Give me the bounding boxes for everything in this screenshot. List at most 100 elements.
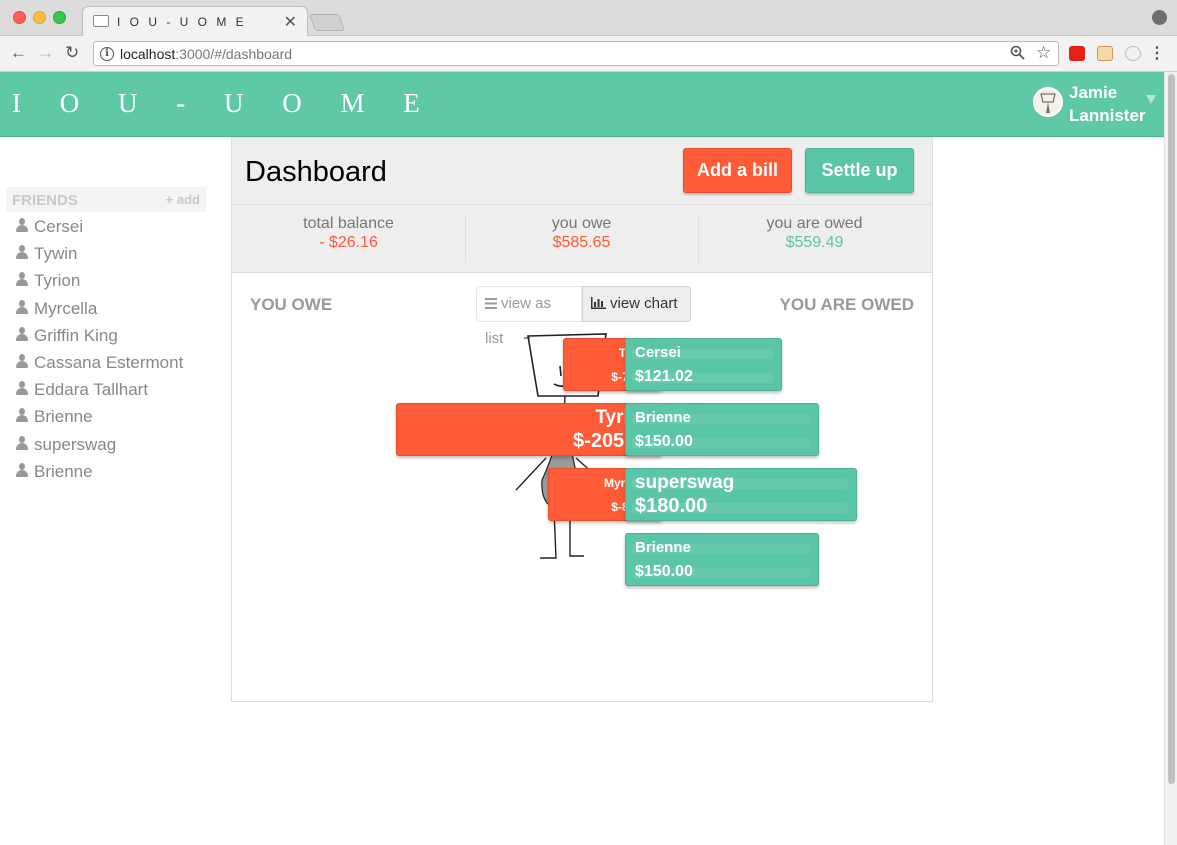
app-navbar: I O U - U O M E Jamie Lannister [0, 72, 1164, 137]
zoom-icon[interactable] [1010, 45, 1025, 64]
you-are-owed-value: $559.49 [785, 234, 844, 251]
friends-header: FRIENDS + add [6, 187, 206, 212]
you-are-owed-title: YOU ARE OWED [779, 295, 914, 314]
add-bill-button[interactable]: Add a bill [683, 148, 792, 193]
person-icon [16, 245, 28, 260]
sidebar-friend-item[interactable]: Brienne [16, 462, 93, 484]
user-menu[interactable]: Jamie Lannister [1069, 81, 1146, 127]
you-owe-bar[interactable]: Tyrion $-205.93 [396, 403, 662, 456]
you-are-owed-bar[interactable]: Cersei $121.02 [625, 338, 782, 391]
friend-name: Myrcella [34, 299, 98, 318]
url-text: localhost:3000/#/dashboard [120, 46, 293, 62]
new-tab-button[interactable] [308, 14, 346, 31]
you-owe-label: you owe [551, 215, 612, 232]
browser-tab-strip: I O U - U O M E ✕ [0, 0, 1177, 37]
extension-icon[interactable] [1097, 46, 1113, 61]
view-chart-label: view chart [610, 295, 678, 312]
browser-tab[interactable]: I O U - U O M E ✕ [82, 6, 308, 37]
reload-icon[interactable]: ↻ [65, 43, 79, 63]
list-icon [485, 288, 497, 322]
bar-amount: $150.00 [635, 563, 693, 580]
friend-name: Tywin [34, 244, 78, 263]
extension-icon[interactable] [1125, 46, 1141, 61]
view-as-list-button[interactable]: view as list [476, 286, 582, 347]
minimize-window-button[interactable] [33, 11, 46, 24]
favicon-icon [93, 15, 109, 27]
sidebar-friend-item[interactable]: Brienne [16, 407, 93, 429]
total-balance: total balance - $26.16 [232, 215, 465, 263]
you-owe-value: $585.65 [552, 234, 611, 251]
chevron-down-icon[interactable] [1146, 95, 1156, 104]
sidebar-friend-item[interactable]: Griffin King [16, 326, 118, 348]
friend-name: Griffin King [34, 326, 118, 345]
friend-name: Cersei [34, 217, 84, 236]
close-tab-icon[interactable]: ✕ [284, 12, 297, 32]
you-are-owed-total: you are owed $559.49 [698, 215, 931, 263]
bar-friend-name: Cersei [635, 344, 681, 361]
address-bar[interactable]: i localhost:3000/#/dashboard ☆ [93, 41, 1059, 66]
dashboard-header: Dashboard Add a bill Settle up [232, 138, 932, 205]
total-balance-label: total balance [303, 215, 394, 232]
settle-up-button[interactable]: Settle up [805, 148, 914, 193]
avatar[interactable] [1033, 87, 1063, 117]
person-icon [16, 381, 28, 396]
close-window-button[interactable] [13, 11, 26, 24]
you-are-owed-bar[interactable]: Brienne $150.00 [625, 533, 819, 586]
star-icon[interactable]: ☆ [1036, 43, 1051, 63]
person-icon [16, 327, 28, 342]
dashboard-panel: Dashboard Add a bill Settle up total bal… [231, 137, 933, 702]
sidebar-friend-item[interactable]: Cersei [16, 217, 83, 239]
friend-name: superswag [34, 435, 117, 454]
friend-name: Brienne [34, 462, 93, 481]
friend-name: Cassana Estermont [34, 353, 184, 372]
sidebar-friend-item[interactable]: Tywin [16, 244, 77, 266]
page-scrollbar[interactable] [1164, 72, 1177, 845]
view-chart-button[interactable]: view chart [582, 286, 691, 322]
bar-amount: $180.00 [635, 495, 708, 517]
you-owe-total: you owe $585.65 [465, 215, 698, 263]
person-icon [16, 218, 28, 233]
bar-friend-name: Brienne [635, 409, 691, 426]
you-are-owed-bar[interactable]: superswag $180.00 [625, 468, 857, 521]
friend-name: Brienne [34, 407, 93, 426]
bar-amount: $150.00 [635, 433, 693, 450]
scrollbar-thumb[interactable] [1168, 74, 1175, 784]
person-icon [16, 300, 28, 315]
bar-amount: $121.02 [635, 368, 693, 385]
tab-title: I O U - U O M E [117, 15, 247, 29]
you-are-owed-label: you are owed [766, 215, 863, 232]
user-first-name: Jamie [1069, 83, 1118, 102]
person-icon [16, 354, 28, 369]
maximize-window-button[interactable] [53, 11, 66, 24]
bar-chart-icon [591, 288, 606, 322]
bar-friend-name: Brienne [635, 539, 691, 556]
total-balance-value: - $26.16 [319, 234, 378, 251]
back-arrow-icon[interactable]: ← [10, 43, 27, 63]
sidebar-friend-item[interactable]: superswag [16, 435, 116, 457]
friend-name: Tyrion [34, 271, 81, 290]
you-owe-title: YOU OWE [250, 295, 333, 314]
forward-arrow-icon[interactable]: → [37, 43, 54, 63]
friends-title: FRIENDS [12, 192, 78, 209]
you-are-owed-bar[interactable]: Brienne $150.00 [625, 403, 819, 456]
sidebar-friend-item[interactable]: Tyrion [16, 271, 80, 293]
person-icon [16, 436, 28, 451]
profile-icon[interactable] [1152, 10, 1167, 25]
person-icon [16, 463, 28, 478]
sidebar-friend-item[interactable]: Myrcella [16, 299, 97, 321]
friend-name: Eddara Tallhart [34, 380, 149, 399]
bar-friend-name: superswag [635, 472, 735, 493]
browser-toolbar: ← → ↻ i localhost:3000/#/dashboard ☆ ⋮ [0, 36, 1177, 72]
person-icon [16, 408, 28, 423]
sidebar-friend-item[interactable]: Eddara Tallhart [16, 380, 148, 402]
info-icon[interactable]: i [100, 47, 114, 61]
add-friend-button[interactable]: + add [166, 192, 200, 207]
extension-icon[interactable] [1069, 46, 1085, 61]
browser-menu-icon[interactable]: ⋮ [1149, 43, 1165, 63]
balance-summary: total balance - $26.16 you owe $585.65 y… [232, 205, 932, 273]
user-last-name: Lannister [1069, 106, 1146, 125]
person-icon [16, 272, 28, 287]
sidebar-friend-item[interactable]: Cassana Estermont [16, 353, 183, 375]
page-title: Dashboard [245, 156, 387, 188]
brand-logo[interactable]: I O U - U O M E [12, 88, 436, 119]
